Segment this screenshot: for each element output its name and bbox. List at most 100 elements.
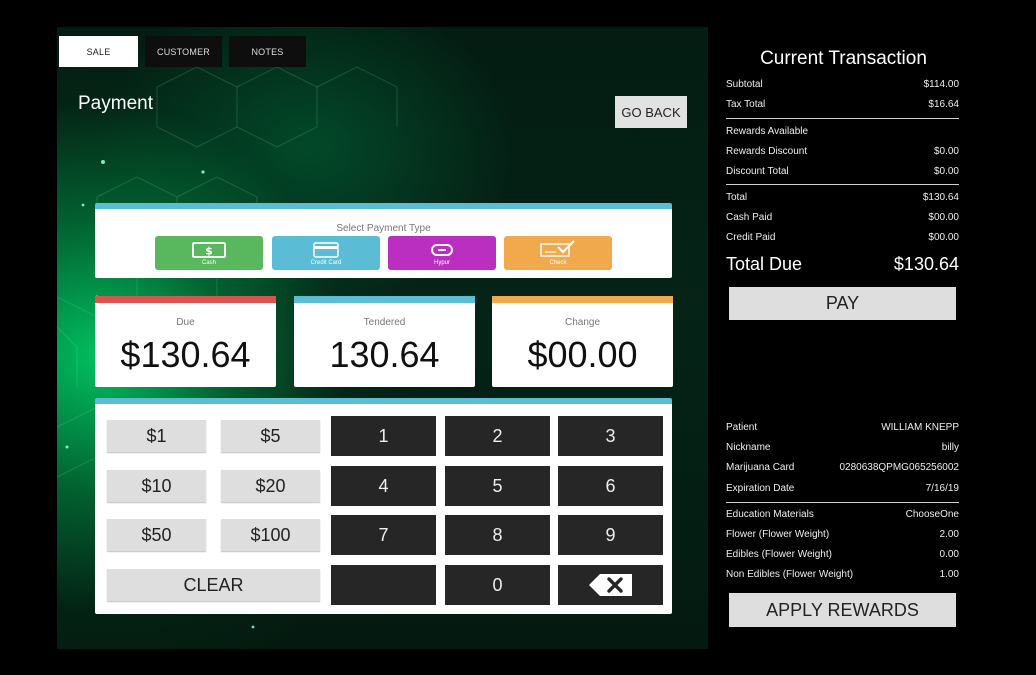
rewards-available-row: Rewards Available	[726, 126, 959, 137]
tendered-value[interactable]: 130.64	[294, 334, 475, 376]
hypur-label: Hypur	[433, 260, 450, 266]
payment-pane: SALE CUSTOMER NOTES Payment GO BACK Sele…	[57, 27, 708, 649]
transaction-pane: Current Transaction Subtotal $114.00 Tax…	[708, 27, 979, 649]
nickname-label: Nickname	[726, 442, 771, 453]
credit-card-payment-button[interactable]: Credit Card	[272, 236, 380, 270]
payment-type-panel: Select Payment Type $ Cash Credit Card H…	[95, 203, 672, 278]
quick-amount-1-button[interactable]: $1	[107, 420, 206, 452]
rewards-available-label: Rewards Available	[726, 126, 809, 137]
quick-amount-5-button[interactable]: $5	[221, 420, 320, 452]
digit-7-button[interactable]: 7	[331, 515, 436, 555]
digit-8-button[interactable]: 8	[445, 515, 550, 555]
total-due-value: $130.64	[893, 254, 959, 274]
nickname-row: Nickname billy	[726, 442, 959, 453]
total-row: Total $130.64	[726, 192, 959, 203]
tab-bar: SALE CUSTOMER NOTES	[59, 36, 313, 67]
nickname-value: billy	[941, 442, 959, 453]
due-value: $130.64	[120, 334, 251, 375]
non-edibles-row: Non Edibles (Flower Weight) 1.00	[726, 569, 959, 580]
divider	[726, 118, 959, 119]
page-title: Payment	[78, 93, 153, 114]
due-bar	[95, 296, 276, 303]
quick-amount-100-button[interactable]: $100	[221, 519, 320, 551]
credit-card-label: Credit Card	[310, 260, 342, 266]
subtotal-row: Subtotal $114.00	[726, 79, 959, 90]
flower-label: Flower (Flower Weight)	[726, 529, 830, 540]
check-payment-button[interactable]: Check	[504, 236, 612, 270]
discount-total-value: $0.00	[933, 166, 959, 177]
patient-value: WILLIAM KNEPP	[881, 422, 959, 433]
quick-amount-20-button[interactable]: $20	[221, 470, 320, 502]
keypad: $1 $5 $10 $20 $50 $100 CLEAR 1 2 3 4 5 6…	[95, 398, 672, 614]
change-label: Change	[564, 317, 601, 328]
quick-amount-10-button[interactable]: $10	[107, 470, 206, 502]
education-materials-value[interactable]: ChooseOne	[906, 509, 959, 520]
digit-0-button[interactable]: 0	[445, 565, 550, 605]
pay-button[interactable]: PAY	[729, 287, 956, 320]
tablet-frame: SALE CUSTOMER NOTES Payment GO BACK Sele…	[0, 0, 1036, 675]
hypur-payment-button[interactable]: Hypur	[388, 236, 496, 270]
digit-9-button[interactable]: 9	[558, 515, 663, 555]
tab-notes[interactable]: NOTES	[229, 36, 306, 67]
app-screen: SALE CUSTOMER NOTES Payment GO BACK Sele…	[57, 27, 979, 649]
divider	[726, 502, 959, 503]
divider	[726, 184, 959, 185]
due-label: Due	[176, 317, 195, 328]
subtotal-value: $114.00	[923, 79, 959, 90]
non-edibles-label: Non Edibles (Flower Weight)	[726, 569, 854, 580]
total-value: $130.64	[922, 192, 959, 203]
tendered-card: Tendered 130.64	[294, 296, 475, 387]
flower-row: Flower (Flower Weight) 2.00	[726, 529, 959, 540]
change-card: Change $00.00	[492, 296, 673, 387]
blank-key-button[interactable]	[331, 565, 436, 605]
svg-text:$: $	[205, 245, 213, 258]
tendered-bar	[294, 296, 475, 303]
marijuana-card-value: 0280638QPMG065256002	[839, 462, 959, 473]
marijuana-card-label: Marijuana Card	[726, 462, 795, 473]
tax-total-row: Tax Total $16.64	[726, 99, 959, 110]
total-due-label: Total Due	[726, 254, 803, 274]
digit-5-button[interactable]: 5	[445, 466, 550, 506]
digit-1-button[interactable]: 1	[331, 416, 436, 456]
edibles-row: Edibles (Flower Weight) 0.00	[726, 549, 959, 560]
subtotal-label: Subtotal	[726, 79, 763, 90]
total-due-row: Total Due $130.64	[726, 254, 959, 275]
tax-total-label: Tax Total	[726, 99, 766, 110]
credit-card-icon	[313, 242, 339, 258]
cash-paid-row: Cash Paid $00.00	[726, 212, 959, 223]
patient-label: Patient	[726, 422, 758, 433]
change-value: $00.00	[527, 334, 638, 375]
due-card: Due $130.64	[95, 296, 276, 387]
flower-value: 2.00	[939, 529, 959, 540]
edibles-label: Edibles (Flower Weight)	[726, 549, 832, 560]
go-back-button[interactable]: GO BACK	[615, 96, 687, 128]
backspace-button[interactable]	[558, 565, 663, 605]
cash-payment-button[interactable]: $ Cash	[155, 236, 263, 270]
digit-3-button[interactable]: 3	[558, 416, 663, 456]
change-bar	[492, 296, 673, 303]
discount-total-row: Discount Total $0.00	[726, 166, 959, 177]
tax-total-value: $16.64	[928, 99, 959, 110]
rewards-discount-label: Rewards Discount	[726, 146, 808, 157]
check-label: Check	[549, 260, 567, 266]
check-icon	[540, 240, 575, 257]
clear-button[interactable]: CLEAR	[107, 569, 320, 601]
expiration-label: Expiration Date	[726, 483, 795, 494]
digit-4-button[interactable]: 4	[331, 466, 436, 506]
apply-rewards-button[interactable]: APPLY REWARDS	[729, 593, 956, 627]
cash-paid-label: Cash Paid	[726, 212, 773, 223]
quick-amount-50-button[interactable]: $50	[107, 519, 206, 551]
rewards-discount-value: $0.00	[933, 146, 959, 157]
digit-6-button[interactable]: 6	[558, 466, 663, 506]
cash-paid-value: $00.00	[928, 212, 959, 223]
tab-sale[interactable]: SALE	[59, 36, 138, 67]
cash-icon: $	[192, 242, 226, 258]
payment-type-title: Select Payment Type	[336, 223, 431, 234]
education-materials-row: Education Materials ChooseOne	[726, 509, 959, 520]
rewards-discount-row: Rewards Discount $0.00	[726, 146, 959, 157]
backspace-icon	[588, 574, 632, 596]
tab-customer[interactable]: CUSTOMER	[145, 36, 222, 67]
expiration-row: Expiration Date 7/16/19	[726, 483, 959, 494]
digit-2-button[interactable]: 2	[445, 416, 550, 456]
expiration-value: 7/16/19	[925, 483, 959, 494]
